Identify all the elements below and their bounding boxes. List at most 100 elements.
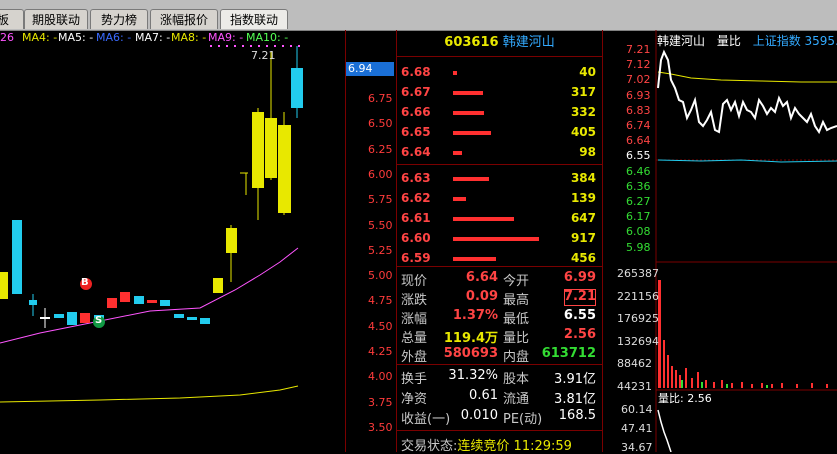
trade-status: 交易状态:连续竞价 11:29:59 bbox=[401, 435, 572, 454]
stat-label: 涨幅 bbox=[401, 312, 428, 327]
ask-row[interactable]: 6.67 317 bbox=[397, 82, 602, 103]
bid-row[interactable]: 6.63 384 bbox=[397, 168, 602, 189]
tab-0[interactable]: 板 bbox=[0, 9, 24, 29]
candle bbox=[134, 296, 144, 304]
ask-price: 6.64 bbox=[401, 145, 431, 159]
kline-plot bbox=[0, 45, 303, 403]
sell-signal-label: S bbox=[95, 315, 103, 326]
candle bbox=[200, 318, 210, 324]
ask-row[interactable]: 6.66 332 bbox=[397, 102, 602, 123]
ask-volume: 40 bbox=[579, 65, 596, 79]
intraday-index-line bbox=[657, 159, 837, 163]
price-axis: 6.94 6.75 6.50 6.25 6.00 5.75 5.50 5.25 5.00 4.7… bbox=[345, 30, 397, 452]
price-axis-tick: 4.50 bbox=[368, 319, 393, 333]
fundamental-value: 31.32% bbox=[448, 368, 498, 383]
stat-label: 今开 bbox=[503, 274, 530, 289]
ask-volume: 98 bbox=[579, 145, 596, 159]
current-price-tag: 6.94 bbox=[346, 62, 394, 76]
ask-volume-bar bbox=[453, 91, 483, 95]
intraday-volume-tick: 221156 bbox=[617, 289, 659, 303]
tab-change-quote[interactable]: 涨幅报价 bbox=[150, 9, 218, 29]
price-axis-tick: 5.25 bbox=[368, 243, 393, 257]
price-axis-tick: 3.75 bbox=[368, 395, 393, 409]
stat-value: 613712 bbox=[541, 346, 596, 361]
bid-row[interactable]: 6.62 139 bbox=[397, 188, 602, 209]
ma-line-magenta bbox=[0, 247, 299, 344]
tab-futures-link[interactable]: 期股联动 bbox=[24, 9, 88, 29]
intraday-volume-tick: 88462 bbox=[617, 357, 652, 370]
bid-volume: 456 bbox=[570, 251, 596, 265]
fundamental-value: 0.61 bbox=[469, 388, 498, 403]
bid-volume: 384 bbox=[570, 171, 596, 185]
bid-volume: 647 bbox=[570, 211, 596, 225]
ask-row[interactable]: 6.65 405 bbox=[397, 122, 602, 143]
candle bbox=[120, 292, 130, 302]
ask-volume: 332 bbox=[570, 105, 596, 119]
bid-row[interactable]: 6.60 917 bbox=[397, 228, 602, 249]
price-axis-tick: 3.50 bbox=[368, 420, 393, 434]
price-axis-tick: 6.25 bbox=[368, 142, 393, 156]
bid-price: 6.59 bbox=[401, 251, 431, 265]
intraday-ratio-tick: 47.41 bbox=[621, 422, 653, 435]
intraday-price-tick: 6.27 bbox=[626, 195, 651, 208]
intraday-ratio-tick: 60.14 bbox=[621, 403, 653, 416]
stat-value: 119.4万 bbox=[443, 331, 498, 346]
candle bbox=[67, 312, 77, 325]
intraday-price-tick: 6.46 bbox=[626, 164, 651, 178]
bid-row[interactable]: 6.61 647 bbox=[397, 208, 602, 229]
intraday-volume-tick: 176925 bbox=[617, 312, 659, 325]
stock-title[interactable]: 603616 韩建河山 bbox=[397, 30, 602, 57]
ask-row[interactable]: 6.68 40 bbox=[397, 62, 602, 83]
fundamental-value: 3.91亿 bbox=[554, 372, 596, 387]
price-axis-tick: 4.25 bbox=[368, 345, 393, 358]
intraday-ratio-line bbox=[657, 409, 672, 452]
candle bbox=[12, 220, 22, 294]
bid-volume-bar bbox=[453, 217, 514, 221]
stat-label: 现价 bbox=[401, 274, 428, 289]
candle bbox=[174, 314, 184, 318]
intraday-volume-bars bbox=[658, 280, 828, 388]
intraday-price-tick: 5.98 bbox=[626, 240, 651, 254]
ask-price: 6.68 bbox=[401, 65, 431, 79]
tab-strip: 板 期股联动 势力榜 涨幅报价 指数联动 bbox=[0, 0, 837, 31]
candle bbox=[29, 300, 37, 305]
stat-label: 涨跌 bbox=[401, 293, 428, 308]
fundamental-value: 0.010 bbox=[460, 408, 498, 423]
intraday-price-tick: 6.93 bbox=[626, 88, 651, 102]
bid-volume-bar bbox=[453, 197, 466, 201]
intraday-volume-tick: 265387 bbox=[617, 267, 659, 280]
price-axis-tick: 6.50 bbox=[368, 117, 393, 131]
stat-label: 外盘 bbox=[401, 350, 428, 365]
stat-label: 最低 bbox=[503, 312, 530, 327]
candle bbox=[187, 317, 197, 320]
kline-chart[interactable]: 26 MA4: - MA5: - MA6: - MA7: - MA8: - MA… bbox=[0, 30, 345, 452]
fundamental-label: 净资 bbox=[401, 392, 428, 407]
stat-value: 0.09 bbox=[465, 289, 498, 304]
stock-name: 韩建河山 bbox=[502, 35, 555, 50]
price-axis-tick: 5.75 bbox=[368, 193, 393, 207]
ask-volume: 405 bbox=[570, 125, 596, 139]
price-axis-tick: 6.75 bbox=[368, 92, 393, 105]
ask-row[interactable]: 6.64 98 bbox=[397, 142, 602, 163]
bid-price: 6.63 bbox=[401, 171, 431, 185]
stat-label: 最高 bbox=[503, 293, 530, 308]
intraday-volume-tick: 44231 bbox=[617, 379, 652, 393]
intraday-price-line bbox=[657, 49, 837, 135]
bid-volume: 917 bbox=[570, 231, 596, 245]
candle bbox=[213, 278, 223, 293]
fundamental-value: 3.81亿 bbox=[554, 392, 596, 407]
candle bbox=[160, 300, 170, 306]
intraday-price-tick: 7.21 bbox=[626, 43, 651, 56]
tab-index-link[interactable]: 指数联动 bbox=[220, 9, 288, 29]
intraday-chart[interactable]: 韩建河山 量比 上证指数 3595.19 7.217 bbox=[601, 30, 837, 454]
intraday-avg-line bbox=[657, 71, 837, 83]
vol-ratio-text: 量比: 2.56 bbox=[658, 392, 712, 405]
quote-panel: 603616 韩建河山 6.68 40 6.67 317 6.66 332 6.65 405 6… bbox=[396, 30, 603, 454]
intraday-volume-tick: 132694 bbox=[617, 334, 659, 348]
intraday-price-tick: 6.74 bbox=[626, 119, 651, 132]
price-axis-tick: 6.00 bbox=[368, 167, 393, 181]
tab-power-rank[interactable]: 势力榜 bbox=[90, 9, 148, 29]
ma-line-yellow bbox=[0, 385, 299, 403]
stat-value: 1.37% bbox=[452, 308, 498, 323]
candle bbox=[265, 118, 277, 178]
